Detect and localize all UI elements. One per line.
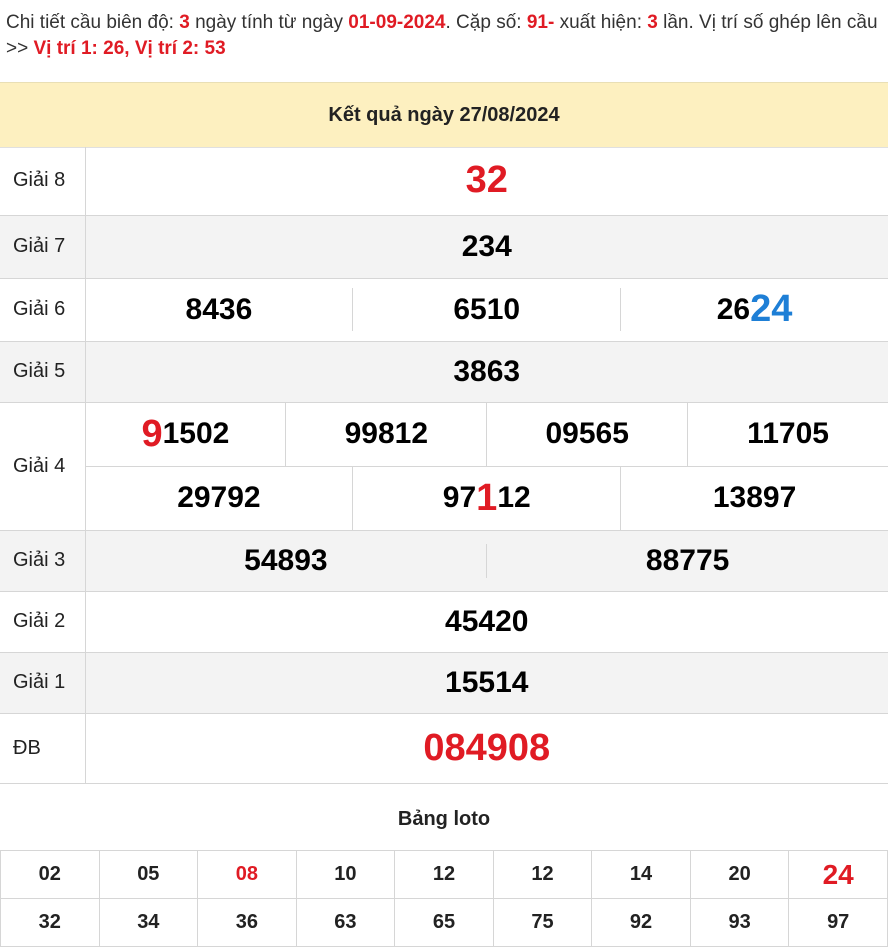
- loto-cell: 12: [394, 850, 494, 899]
- prize-value: 29792: [177, 481, 261, 514]
- bridge-description: Chi tiết cầu biên độ: 3 ngày tính từ ngà…: [0, 0, 888, 80]
- prize-row-2: Giải 2 45420: [0, 591, 888, 653]
- prize-value: 97 1 12: [352, 466, 620, 530]
- loto-cell: 24: [788, 850, 888, 899]
- prize-label: Giải 8: [0, 147, 86, 216]
- prize-value: 084908: [423, 726, 551, 769]
- loto-row: 02 05 08 10 12 12 14 20 24: [0, 850, 888, 899]
- loto-cell: 93: [689, 898, 790, 947]
- prize-label: Giải 3: [0, 530, 86, 592]
- prize-row-4: Giải 4 9 1502 99812 09565 11705 29792 97 1…: [0, 402, 888, 531]
- prize-label: Giải 7: [0, 215, 86, 279]
- loto-title: Bảng loto: [397, 807, 491, 830]
- intro-days: 3: [179, 12, 190, 33]
- prize-row-1: Giải 1 15514: [0, 652, 888, 714]
- highlight-digits: 1: [476, 476, 498, 519]
- intro-pair: 91-: [526, 12, 555, 33]
- prize-label: Giải 6: [0, 278, 86, 342]
- prize-value: 6510: [352, 288, 620, 331]
- prize-value: 09565: [486, 402, 687, 466]
- prize-row-5: Giải 5 3863: [0, 341, 888, 403]
- intro-positions: Vị trí 1: 26, Vị trí 2: 53: [33, 38, 226, 59]
- prize-value: 11705: [687, 402, 888, 466]
- prize-row-8: Giải 8 32: [0, 147, 888, 216]
- results-header: Kết quả ngày 27/08/2024: [0, 82, 888, 148]
- loto-cell: 14: [591, 850, 691, 899]
- loto-cell: 34: [98, 898, 199, 947]
- loto-cell: 08: [197, 850, 297, 899]
- prize-value: 3863: [453, 354, 521, 388]
- prize-label: Giải 4: [0, 402, 86, 531]
- loto-cell: 63: [295, 898, 396, 947]
- intro-date: 01-09-2024: [348, 12, 446, 33]
- prize-value: 26 24: [620, 288, 888, 331]
- prize-value: 8436: [185, 292, 253, 326]
- loto-cell: 05: [98, 850, 199, 899]
- prize-label: Giải 2: [0, 591, 86, 653]
- loto-row: 32 34 36 63 65 75 92 93 97: [0, 898, 888, 947]
- intro-text-3: . Cặp số:: [445, 12, 527, 33]
- prize-row-7: Giải 7 234: [0, 215, 888, 279]
- prize-value: 45420: [445, 604, 529, 638]
- prize-value: 234: [461, 229, 512, 263]
- intro-times: 3: [647, 12, 658, 33]
- loto-cell: 12: [492, 850, 593, 899]
- results-title: Kết quả ngày 27/08/2024: [328, 103, 560, 126]
- loto-cell: 02: [0, 850, 100, 899]
- loto-cell: 65: [394, 898, 494, 947]
- prize-value: 88775: [486, 543, 888, 578]
- loto-cell: 97: [788, 898, 888, 947]
- highlight-digits: 9: [141, 412, 163, 455]
- loto-cell: 10: [295, 850, 396, 899]
- prize-value: 99812: [285, 402, 486, 466]
- prize-value: 15514: [445, 665, 529, 699]
- prize-row-3: Giải 3 54893 88775: [0, 530, 888, 592]
- loto-cell: 32: [0, 898, 100, 947]
- loto-cell: 36: [197, 898, 297, 947]
- intro-text-1: Chi tiết cầu biên độ:: [6, 12, 180, 33]
- loto-table: 02 05 08 10 12 12 14 20 24 32 34 36 63 6…: [0, 850, 888, 947]
- prize-row-6: Giải 6 8436 6510 26 24: [0, 278, 888, 342]
- prize-value: 54893: [244, 543, 328, 577]
- prize-value: 32: [465, 159, 508, 202]
- results-table: Giải 8 32 Giải 7 234 Giải 6 8436 6510 26…: [0, 147, 888, 784]
- prize-value: 9 1502: [141, 412, 230, 455]
- loto-cell: 20: [689, 850, 790, 899]
- loto-cell: 92: [591, 898, 691, 947]
- prize-label: Giải 5: [0, 341, 86, 403]
- intro-text-4: xuất hiện:: [554, 12, 648, 33]
- prize-row-special: ĐB 084908: [0, 713, 888, 784]
- prize-value: 13897: [620, 466, 888, 530]
- highlight-digits: 24: [750, 288, 793, 330]
- loto-cell: 75: [492, 898, 593, 947]
- prize-label: ĐB: [0, 713, 86, 784]
- prize-label: Giải 1: [0, 652, 86, 714]
- intro-text-2: ngày tính từ ngày: [189, 12, 349, 33]
